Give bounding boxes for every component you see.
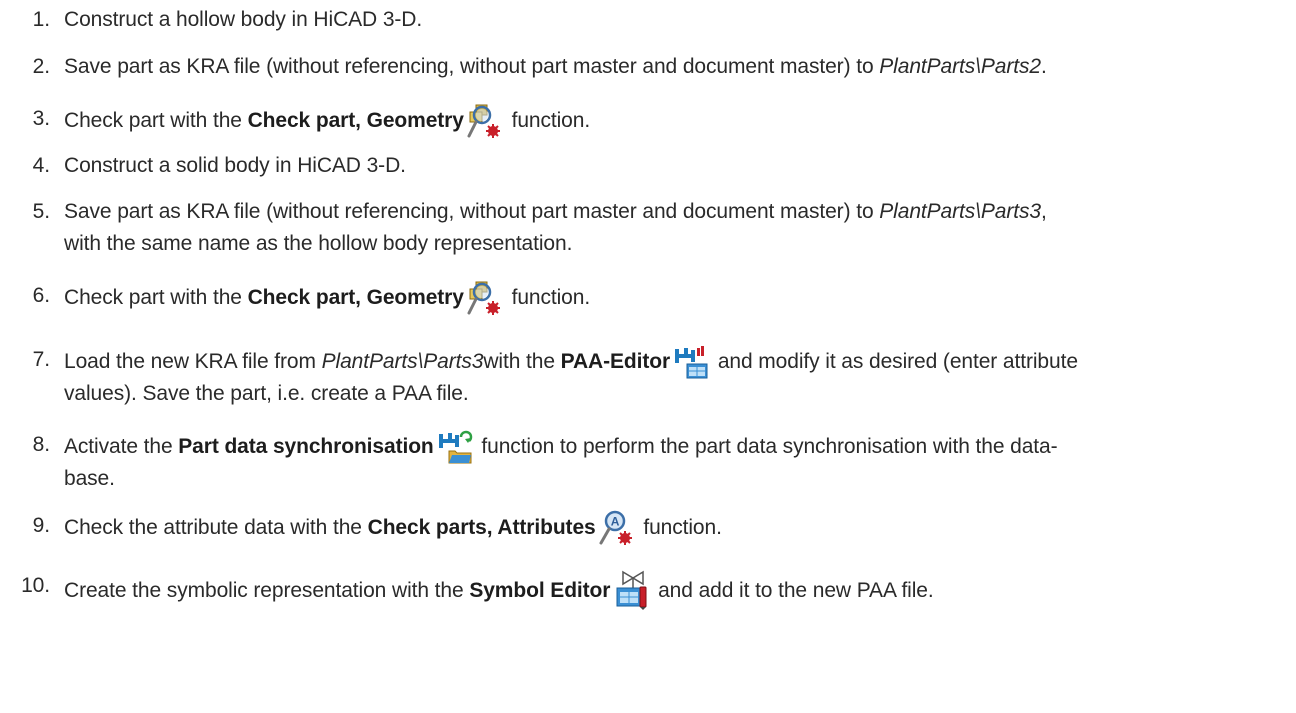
step-number: 4. xyxy=(32,154,50,177)
step-text-line2: values). Save the part, i.e. create a PA… xyxy=(64,382,469,405)
step-text: Construct a solid body in HiCAD 3-D. xyxy=(64,154,406,177)
paa-editor-icon[interactable] xyxy=(673,344,709,380)
step-text-line2: base. xyxy=(64,467,115,490)
check-part-geometry-icon[interactable] xyxy=(467,280,503,316)
step-number: 8. xyxy=(32,433,50,456)
step-text-end: , xyxy=(1040,200,1047,223)
file-path: PlantParts\Parts2 xyxy=(879,55,1041,78)
step-text: Activate the xyxy=(64,435,179,458)
step-text: Save part as KRA file (without referenci… xyxy=(64,55,880,78)
part-data-synchronisation-icon[interactable] xyxy=(437,429,473,465)
step-text-end: and modify it as desired (enter attribut… xyxy=(712,350,1078,373)
step-text-end: function to perform the part data synchr… xyxy=(475,435,1058,458)
function-name[interactable]: Check part, Geometry xyxy=(248,109,464,132)
step-number: 10. xyxy=(21,574,50,597)
function-name[interactable]: PAA-Editor xyxy=(561,350,671,373)
step-number: 3. xyxy=(32,107,50,130)
step-text-end: function. xyxy=(505,109,591,132)
step-text-mid: with the xyxy=(483,350,561,373)
step-text-end: function. xyxy=(637,516,722,539)
file-path: PlantParts\Parts3 xyxy=(321,350,484,373)
step-number: 1. xyxy=(32,8,50,31)
check-part-geometry-icon[interactable] xyxy=(467,103,503,139)
step-text: Check part with the xyxy=(64,286,248,309)
step-text-line2: with the same name as the hollow body re… xyxy=(64,232,573,255)
step-text: Save part as KRA file (without referenci… xyxy=(64,200,880,223)
step-text: Load the new KRA file from xyxy=(64,350,322,373)
symbol-editor-icon[interactable] xyxy=(613,570,649,610)
step-text-end: . xyxy=(1040,55,1047,78)
step-number: 2. xyxy=(32,55,50,78)
function-name[interactable]: Check parts, Attributes xyxy=(368,516,596,539)
step-text: Check part with the xyxy=(64,109,248,132)
step-number: 6. xyxy=(32,284,50,307)
function-name[interactable]: Check part, Geometry xyxy=(248,286,464,309)
step-number: 7. xyxy=(32,348,50,371)
step-text-end: function. xyxy=(505,286,591,309)
step-number: 5. xyxy=(32,200,50,223)
function-name[interactable]: Symbol Editor xyxy=(469,579,610,602)
function-name[interactable]: Part data synchronisation xyxy=(178,435,434,458)
instruction-list: 1. Construct a hollow body in HiCAD 3-D.… xyxy=(0,0,1296,713)
step-text: Create the symbolic representation with … xyxy=(64,579,470,602)
step-number: 9. xyxy=(32,514,50,537)
step-text: Check the attribute data with the xyxy=(64,516,368,539)
step-text: Construct a hollow body in HiCAD 3-D. xyxy=(64,8,423,31)
step-text-end: and add it to the new PAA file. xyxy=(652,579,934,602)
file-path: PlantParts\Parts3 xyxy=(879,200,1041,223)
check-parts-attributes-icon[interactable] xyxy=(599,510,635,546)
